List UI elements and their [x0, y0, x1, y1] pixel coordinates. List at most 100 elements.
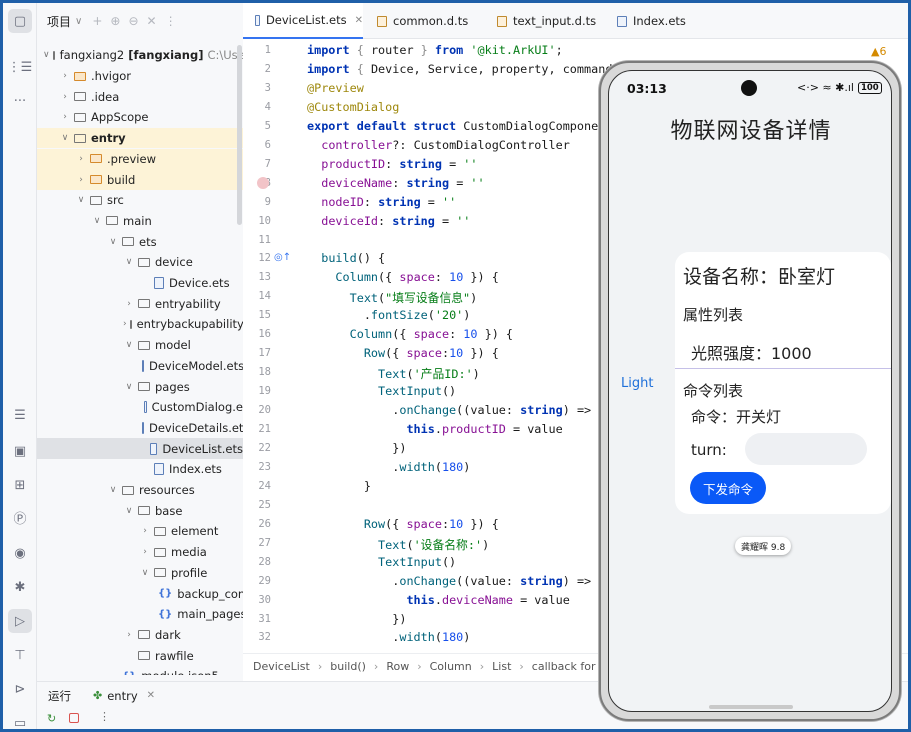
tree-item[interactable]: {} main_pages. [37, 604, 243, 625]
tree-item[interactable]: ∨ profile [37, 563, 243, 584]
breadcrumb-item[interactable]: Column [430, 660, 472, 673]
tree-item[interactable]: {} module.json5 [37, 666, 243, 675]
tree-item[interactable]: › .preview [37, 148, 243, 170]
chevron-right-icon[interactable]: › [139, 547, 151, 557]
chevron-down-icon[interactable]: ∨ [123, 257, 135, 267]
tree-item[interactable]: DeviceModel.ets [37, 356, 243, 377]
tree-item[interactable]: › element [37, 521, 243, 542]
chevron-right-icon[interactable]: › [75, 154, 87, 164]
turn-label: turn: [691, 441, 727, 459]
chevron-down-icon[interactable]: ∨ [123, 382, 135, 392]
tree-item[interactable]: › build [37, 169, 243, 190]
tree-item-label: entrybackupability [136, 317, 243, 332]
chevron-right-icon[interactable]: › [75, 175, 87, 185]
tree-scrollbar[interactable] [237, 45, 242, 225]
run-tool-icon[interactable]: ▷ [8, 609, 32, 633]
stop-icon[interactable] [69, 713, 79, 723]
tree-item[interactable]: › .idea [37, 86, 243, 107]
debug-icon[interactable]: ✱ [8, 575, 32, 599]
code-line: Row({ space:10 }) { [363, 346, 499, 361]
tree-item[interactable]: › entrybackupability [37, 314, 243, 335]
tree-item-label: Device.ets [169, 276, 230, 291]
tree-item[interactable]: › entryability [37, 293, 243, 314]
tree-item[interactable]: rawfile [37, 645, 243, 666]
close-icon[interactable]: ✕ [147, 690, 155, 701]
more-icon[interactable]: ··· [8, 89, 32, 113]
breadcrumb-item[interactable]: build() [330, 660, 366, 673]
tree-item[interactable]: › media [37, 542, 243, 563]
terminal-icon[interactable]: ⊤ [8, 643, 32, 667]
project-icon[interactable]: ▢ [8, 9, 32, 33]
chevron-right-icon[interactable]: › [139, 526, 151, 536]
run-tab-entry[interactable]: ✤ entry ✕ [93, 689, 155, 703]
chevron-right-icon[interactable]: › [123, 319, 127, 329]
breadcrumb-item[interactable]: List [492, 660, 511, 673]
tree-item[interactable]: ∨ src [37, 190, 243, 211]
chevron-right-icon[interactable]: › [123, 299, 135, 309]
tree-item[interactable]: ∨ pages [37, 376, 243, 397]
breakpoint-icon[interactable] [257, 177, 269, 189]
device-list-item-light[interactable]: Light [621, 376, 653, 391]
log-icon[interactable]: ▭ [8, 711, 32, 730]
chevron-down-icon[interactable]: ∨ [139, 568, 151, 578]
chevron-down-icon[interactable]: ∨ [107, 237, 119, 247]
chevron-down-icon[interactable]: ∨ [107, 485, 119, 495]
more-icon[interactable]: ⋮ [99, 710, 110, 723]
tree-item[interactable]: DeviceDetails.et [37, 418, 243, 439]
folder-icon [74, 92, 86, 102]
tree-item[interactable]: › AppScope [37, 107, 243, 128]
chevron-down-icon[interactable]: ∨ [59, 133, 71, 143]
tree-item[interactable]: {} backup_conf [37, 583, 243, 604]
chevron-right-icon[interactable]: › [59, 92, 71, 102]
chevron-down-icon[interactable]: ∨ [123, 506, 135, 516]
editor-tab[interactable]: DeviceList.ets ✕ [243, 3, 363, 39]
warning-count[interactable]: ▲6 [871, 45, 886, 58]
previewer-icon[interactable]: ▣ [8, 439, 32, 463]
tree-item[interactable]: ∨ model [37, 335, 243, 356]
chevron-down-icon[interactable]: ∨ [75, 16, 82, 27]
close-icon[interactable]: ✕ [355, 15, 363, 26]
override-icon[interactable]: ◎↑ [274, 252, 291, 263]
breadcrumb-item[interactable]: Row [386, 660, 409, 673]
structure-icon[interactable]: ⋮☰ [8, 55, 33, 79]
project-title[interactable]: 项目 [47, 13, 71, 30]
breadcrumb-item[interactable]: DeviceList [253, 660, 310, 673]
todo-icon[interactable]: ☰ [8, 403, 32, 427]
chevron-down-icon[interactable]: ∨ [123, 340, 135, 350]
inspector-icon[interactable]: ◉ [8, 541, 32, 565]
tree-item[interactable]: Index.ets [37, 459, 243, 480]
editor-tab[interactable]: text_input.d.ts [485, 3, 605, 39]
tree-item[interactable]: CustomDialog.e [37, 397, 243, 418]
tree-item[interactable]: ∨ ets [37, 231, 243, 252]
rerun-icon[interactable]: ↻ [47, 712, 56, 725]
tree-item[interactable]: ∨ device [37, 252, 243, 273]
module-name: [fangxiang] [128, 48, 204, 63]
services-icon[interactable]: ⊳ [8, 677, 32, 701]
tree-item[interactable]: ∨ entry [37, 127, 243, 149]
run-label[interactable]: 运行 [48, 688, 71, 704]
tree-item[interactable]: Device.ets [37, 273, 243, 294]
chevron-down-icon[interactable]: ∨ [43, 50, 50, 60]
tree-item[interactable]: ∨fangxiang2[fangxiang]C:\Users\ [37, 45, 243, 66]
send-command-button[interactable]: 下发命令 [690, 472, 766, 504]
tree-item-label: media [171, 545, 207, 560]
line-number: 4 [264, 100, 271, 113]
editor-tab[interactable]: common.d.ts [365, 3, 485, 39]
turn-input[interactable] [745, 433, 867, 465]
tree-item[interactable]: › .hvigor [37, 66, 243, 87]
project-toolbar-icons[interactable]: +⊕⊖✕⋮ [92, 14, 184, 28]
chevron-right-icon[interactable]: › [59, 112, 71, 122]
chevron-down-icon[interactable]: ∨ [91, 216, 103, 226]
tree-item[interactable]: › dark [37, 625, 243, 646]
chevron-down-icon[interactable]: ∨ [75, 195, 87, 205]
tree-item[interactable]: ∨ resources [37, 480, 243, 501]
editor-tab[interactable]: Index.ets [605, 3, 705, 39]
tree-item[interactable]: ∨ base [37, 500, 243, 521]
tree-item[interactable]: ∨ main [37, 211, 243, 232]
chevron-right-icon[interactable]: › [59, 71, 71, 81]
chevron-right-icon[interactable]: › [123, 630, 135, 640]
profiler-icon[interactable]: Ⓟ [8, 507, 32, 531]
tree-item[interactable]: DeviceList.ets [37, 438, 243, 459]
home-indicator[interactable] [709, 705, 793, 709]
layout-icon[interactable]: ⊞ [8, 473, 32, 497]
